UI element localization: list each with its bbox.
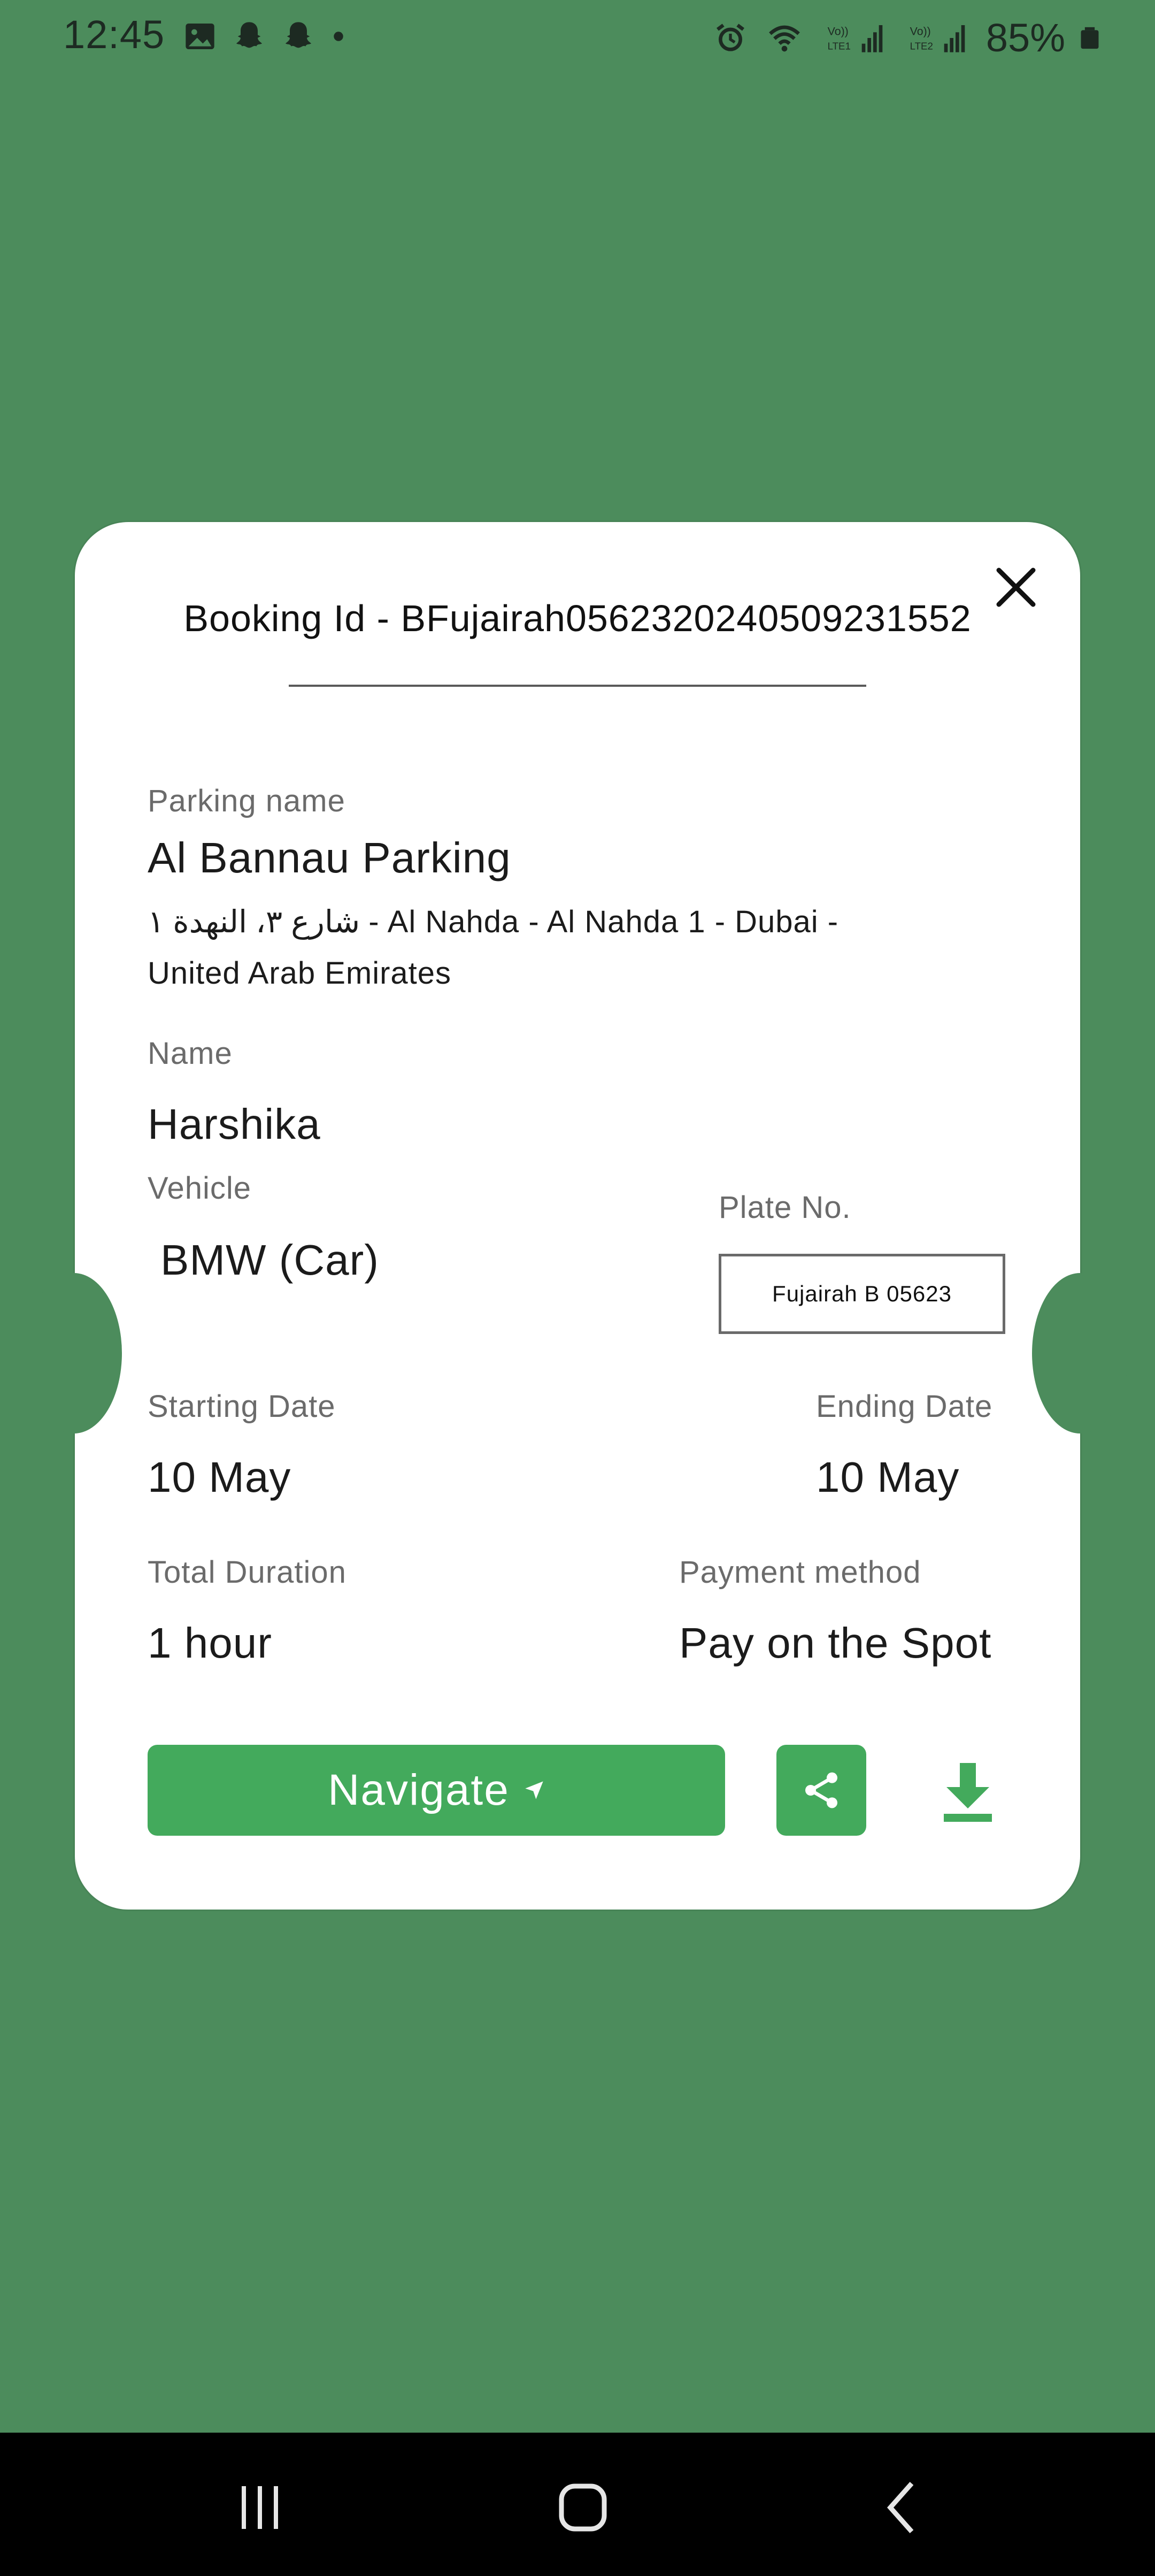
customer-name: Harshika xyxy=(148,1100,321,1148)
svg-text:LTE2: LTE2 xyxy=(910,40,933,51)
back-icon xyxy=(887,2482,914,2533)
share-icon xyxy=(805,1772,837,1808)
booking-id: Booking Id - BFujairah056232024050923155… xyxy=(183,597,972,639)
signal-lte2-icon: Vo)) LTE2 xyxy=(910,25,965,52)
parking-address: شارع ٣، النهدة ١ - Al Nahda - Al Nahda 1… xyxy=(148,896,838,999)
starting-date: 10 May xyxy=(148,1453,291,1501)
snapchat-icon xyxy=(236,22,262,48)
recent-apps-button[interactable] xyxy=(228,2475,292,2540)
home-button[interactable] xyxy=(551,2475,615,2540)
share-button[interactable] xyxy=(776,1745,866,1836)
payment-method: Pay on the Spot xyxy=(679,1619,992,1667)
battery-percentage: 85% xyxy=(985,16,1065,60)
recent-apps-icon xyxy=(242,2486,278,2529)
plate-number: Fujairah B 05623 xyxy=(772,1281,952,1306)
dot-icon xyxy=(334,32,343,41)
starting-date-label: Starting Date xyxy=(148,1389,336,1424)
navigation-arrow-icon xyxy=(525,1781,543,1799)
vehicle-value: BMW (Car) xyxy=(160,1236,379,1284)
plate-label: Plate No. xyxy=(719,1190,851,1225)
address-line-2: United Arab Emirates xyxy=(148,956,452,991)
ending-date-label: Ending Date xyxy=(816,1389,993,1424)
battery-icon xyxy=(1081,27,1099,49)
payment-method-label: Payment method xyxy=(679,1555,921,1590)
home-icon xyxy=(559,2483,607,2532)
system-navigation-bar xyxy=(0,2433,1155,2576)
download-icon xyxy=(944,1763,992,1822)
signal-lte1-icon: Vo)) LTE1 xyxy=(828,25,883,52)
ticket-notch-right xyxy=(1032,1273,1128,1433)
ticket-notch-left xyxy=(26,1273,122,1433)
booking-ticket-card xyxy=(75,522,1080,1910)
total-duration-label: Total Duration xyxy=(148,1555,346,1590)
title-divider xyxy=(289,685,866,687)
download-button[interactable] xyxy=(930,1752,1005,1833)
total-duration: 1 hour xyxy=(148,1619,272,1667)
status-bar: 12:45 Vo)) LTE1 Vo)) LTE2 85% xyxy=(0,0,1155,75)
address-line-1: شارع ٣، النهدة ١ - Al Nahda - Al Nahda 1… xyxy=(148,904,839,939)
wifi-icon xyxy=(768,25,800,51)
gallery-icon xyxy=(186,24,214,49)
svg-text:Vo)): Vo)) xyxy=(910,25,931,37)
name-label: Name xyxy=(148,1036,233,1071)
navigate-button[interactable]: Navigate xyxy=(148,1745,725,1836)
back-button[interactable] xyxy=(872,2475,936,2540)
alarm-icon xyxy=(716,23,744,51)
svg-text:Vo)): Vo)) xyxy=(828,25,849,37)
ending-date: 10 May xyxy=(816,1453,960,1501)
parking-name-label: Parking name xyxy=(148,784,345,818)
parking-name: Al Bannau Parking xyxy=(148,834,511,881)
svg-text:LTE1: LTE1 xyxy=(828,40,851,51)
navigate-label: Navigate xyxy=(328,1766,510,1814)
plate-number-box: Fujairah B 05623 xyxy=(719,1254,1005,1334)
vehicle-label: Vehicle xyxy=(148,1171,252,1206)
notification-icons xyxy=(183,19,346,53)
snapchat-icon xyxy=(286,22,311,48)
system-icons: Vo)) LTE1 Vo)) LTE2 85% xyxy=(713,15,1102,60)
status-time: 12:45 xyxy=(63,12,165,57)
